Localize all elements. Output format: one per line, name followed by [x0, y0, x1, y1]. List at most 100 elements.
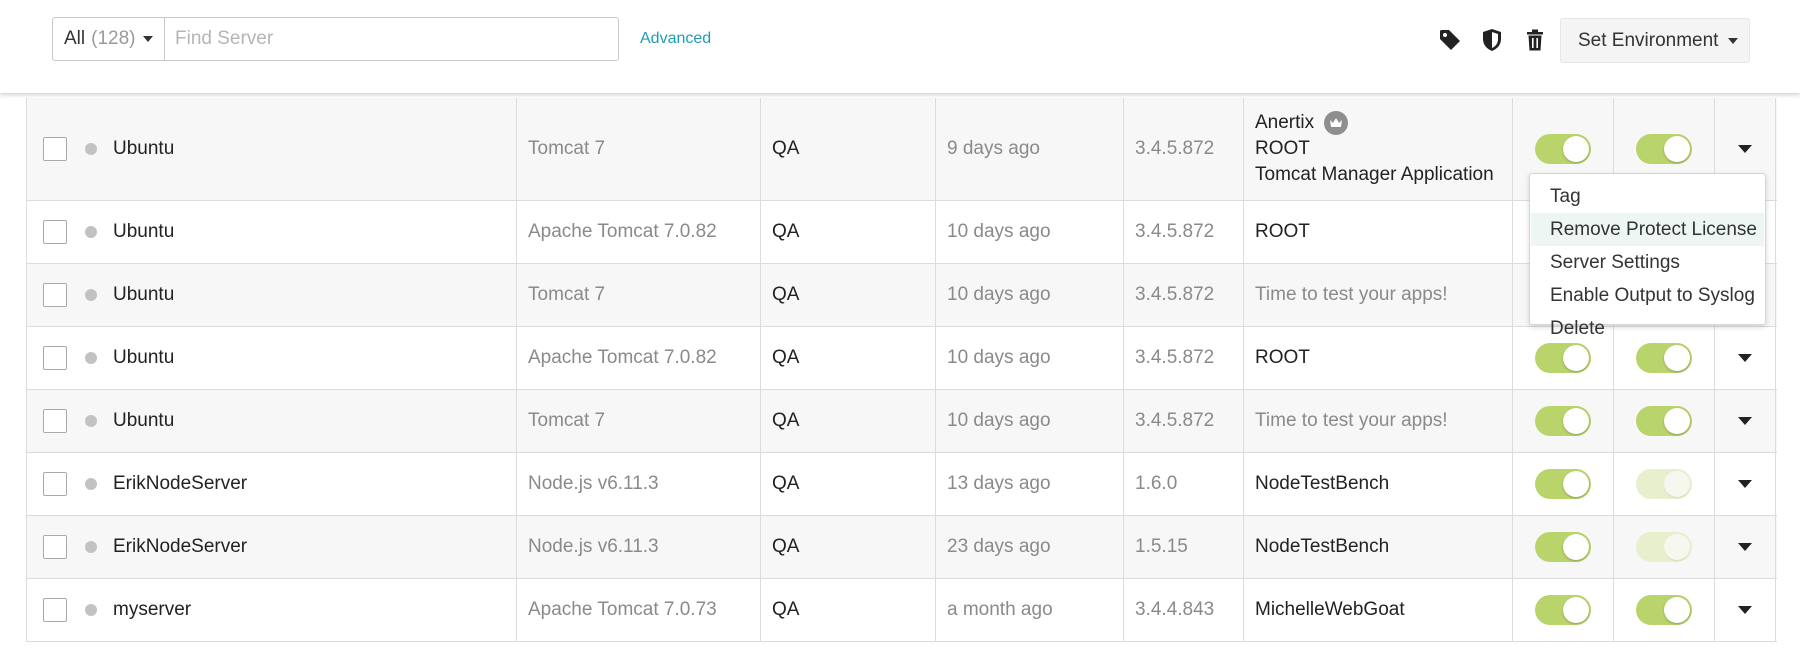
app-server: Apache Tomcat 7.0.82: [528, 347, 717, 368]
server-name-cell: myserver: [27, 579, 517, 641]
set-environment-button[interactable]: Set Environment: [1560, 18, 1750, 63]
application-name[interactable]: Time to test your apps!: [1255, 408, 1448, 434]
last-seen: 10 days ago: [947, 347, 1051, 368]
server-name[interactable]: Ubuntu: [113, 410, 174, 432]
search-input[interactable]: [165, 18, 618, 60]
agent-version-cell: 1.5.15: [1124, 516, 1244, 578]
assess-toggle[interactable]: [1535, 595, 1591, 625]
server-name[interactable]: Ubuntu: [113, 221, 174, 243]
toggle-cell-1: [1513, 579, 1614, 641]
assess-toggle[interactable]: [1535, 469, 1591, 499]
server-name-cell: Ubuntu: [27, 327, 517, 389]
toggle-cell-2: [1614, 453, 1715, 515]
trash-icon[interactable]: [1523, 28, 1547, 52]
row-checkbox[interactable]: [43, 137, 67, 161]
agent-version: 3.4.5.872: [1135, 410, 1215, 431]
assess-toggle[interactable]: [1535, 406, 1591, 436]
application-name[interactable]: NodeTestBench: [1255, 534, 1389, 560]
toggle-knob: [1664, 136, 1690, 162]
protect-toggle[interactable]: [1636, 134, 1692, 164]
server-name[interactable]: myserver: [113, 599, 191, 621]
server-name[interactable]: Ubuntu: [113, 284, 174, 306]
app-server: Node.js v6.11.3: [528, 536, 659, 557]
row-actions-button[interactable]: [1715, 453, 1776, 515]
toggle-knob: [1664, 408, 1690, 434]
row-checkbox[interactable]: [43, 346, 67, 370]
environment-cell: QA: [761, 390, 936, 452]
menu-item-delete[interactable]: Delete: [1531, 312, 1764, 345]
app-server: Apache Tomcat 7.0.82: [528, 221, 717, 242]
row-checkbox[interactable]: [43, 220, 67, 244]
server-name[interactable]: ErikNodeServer: [113, 473, 247, 495]
tag-icon[interactable]: [1438, 28, 1462, 52]
server-name[interactable]: ErikNodeServer: [113, 536, 247, 558]
toggle-cell-1: [1513, 453, 1614, 515]
toggle-cell-2: [1614, 390, 1715, 452]
row-actions-button[interactable]: [1715, 516, 1776, 578]
app-server: Node.js v6.11.3: [528, 473, 659, 494]
agent-version-cell: 3.4.4.843: [1124, 579, 1244, 641]
agent-version-cell: 3.4.5.872: [1124, 201, 1244, 263]
shield-icon[interactable]: [1480, 28, 1504, 52]
app-server-cell: Node.js v6.11.3: [517, 516, 761, 578]
status-dot-icon: [85, 604, 97, 616]
applications-cell: ROOT: [1244, 327, 1513, 389]
crown-icon: [1324, 111, 1349, 135]
application-name[interactable]: ROOT: [1255, 219, 1310, 245]
environment: QA: [772, 410, 800, 431]
last-seen: 10 days ago: [947, 284, 1051, 305]
server-name[interactable]: Ubuntu: [113, 347, 174, 369]
menu-item-server-settings[interactable]: Server Settings: [1531, 246, 1764, 279]
table-row: myserver Apache Tomcat 7.0.73 QA a month ag…: [27, 579, 1777, 642]
server-actions-menu: Tag Remove Protect License Server Settings…: [1529, 173, 1766, 339]
row-actions-button[interactable]: [1715, 579, 1776, 641]
protect-toggle[interactable]: [1636, 406, 1692, 436]
chevron-down-icon: [143, 36, 154, 42]
environment: QA: [772, 138, 800, 159]
agent-version: 1.6.0: [1135, 473, 1178, 494]
environment: QA: [772, 536, 800, 557]
row-checkbox[interactable]: [43, 598, 67, 622]
server-name[interactable]: Ubuntu: [113, 138, 174, 160]
filter-dropdown[interactable]: All (128): [53, 18, 165, 60]
chevron-down-icon: [1738, 354, 1752, 362]
application-name[interactable]: Time to test your apps!: [1255, 282, 1448, 308]
application-name[interactable]: MichelleWebGoat: [1255, 597, 1405, 623]
environment-cell: QA: [761, 264, 936, 326]
app-server: Apache Tomcat 7.0.73: [528, 599, 717, 620]
row-checkbox[interactable]: [43, 409, 67, 433]
chevron-down-icon: [1738, 480, 1752, 488]
assess-toggle[interactable]: [1535, 343, 1591, 373]
advanced-search-link[interactable]: Advanced: [640, 30, 711, 48]
app-server-cell: Apache Tomcat 7.0.73: [517, 579, 761, 641]
applications-cell: Time to test your apps!: [1244, 390, 1513, 452]
assess-toggle[interactable]: [1535, 134, 1591, 164]
toggle-knob: [1664, 597, 1690, 623]
menu-item-remove-protect-license[interactable]: Remove Protect License: [1531, 213, 1764, 246]
server-name-cell: ErikNodeServer: [27, 453, 517, 515]
protect-toggle[interactable]: [1636, 532, 1692, 562]
server-filter: All (128): [52, 17, 619, 61]
menu-item-tag[interactable]: Tag: [1531, 180, 1764, 213]
row-checkbox[interactable]: [43, 472, 67, 496]
application-name[interactable]: Anertix: [1255, 110, 1314, 136]
row-checkbox[interactable]: [43, 283, 67, 307]
application-name[interactable]: ROOT: [1255, 345, 1310, 371]
protect-toggle[interactable]: [1636, 595, 1692, 625]
row-checkbox[interactable]: [43, 535, 67, 559]
application-name[interactable]: NodeTestBench: [1255, 471, 1389, 497]
applications-cell: MichelleWebGoat: [1244, 579, 1513, 641]
assess-toggle[interactable]: [1535, 532, 1591, 562]
application-name[interactable]: Tomcat Manager Application: [1255, 162, 1494, 188]
protect-toggle[interactable]: [1636, 343, 1692, 373]
filter-count: (128): [91, 28, 136, 49]
toggle-cell-1: [1513, 390, 1614, 452]
application-name[interactable]: ROOT: [1255, 136, 1310, 162]
agent-version: 3.4.5.872: [1135, 284, 1215, 305]
menu-item-enable-output-to-syslog[interactable]: Enable Output to Syslog: [1531, 279, 1764, 312]
app-server-cell: Node.js v6.11.3: [517, 453, 761, 515]
row-actions-button[interactable]: [1715, 390, 1776, 452]
environment: QA: [772, 221, 800, 242]
protect-toggle[interactable]: [1636, 469, 1692, 499]
app-server: Tomcat 7: [528, 284, 606, 305]
